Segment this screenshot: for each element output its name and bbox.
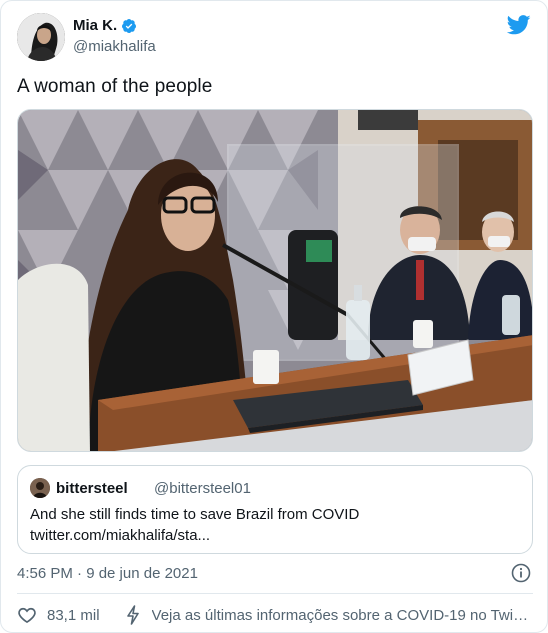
tweet-actions: 83,1 mil Veja as últimas informações sob… bbox=[17, 603, 533, 627]
author-handle[interactable]: @miakhalifa bbox=[73, 38, 156, 55]
quoted-author-handle[interactable]: @bittersteel01 bbox=[154, 480, 251, 497]
twitter-bird-icon[interactable] bbox=[507, 15, 531, 35]
info-icon[interactable] bbox=[511, 563, 531, 583]
bolt-icon bbox=[126, 605, 139, 625]
tweet-text: A woman of the people bbox=[17, 76, 213, 97]
tweet-photo[interactable] bbox=[17, 109, 533, 452]
covid-info-link[interactable]: Veja as últimas informações sobre a COVI… bbox=[152, 607, 532, 624]
heart-icon[interactable] bbox=[17, 605, 37, 625]
tweet-card[interactable]: Mia K. @miakhalifa A woman of the people bbox=[0, 0, 548, 633]
author-name[interactable]: Mia K. bbox=[73, 17, 117, 34]
quoted-author-avatar[interactable] bbox=[30, 478, 50, 498]
divider bbox=[17, 593, 533, 594]
quoted-author-name[interactable]: bittersteel bbox=[56, 480, 128, 497]
verified-icon bbox=[122, 18, 137, 33]
quoted-tweet-text: And she still finds time to save Brazil … bbox=[30, 506, 360, 544]
quoted-tweet[interactable]: bittersteel @bittersteel01 And she still… bbox=[17, 465, 533, 554]
author-avatar[interactable] bbox=[17, 13, 65, 61]
like-count[interactable]: 83,1 mil bbox=[47, 607, 100, 624]
tweet-timestamp[interactable]: 4:56 PM · 9 de jun de 2021 bbox=[17, 565, 198, 582]
